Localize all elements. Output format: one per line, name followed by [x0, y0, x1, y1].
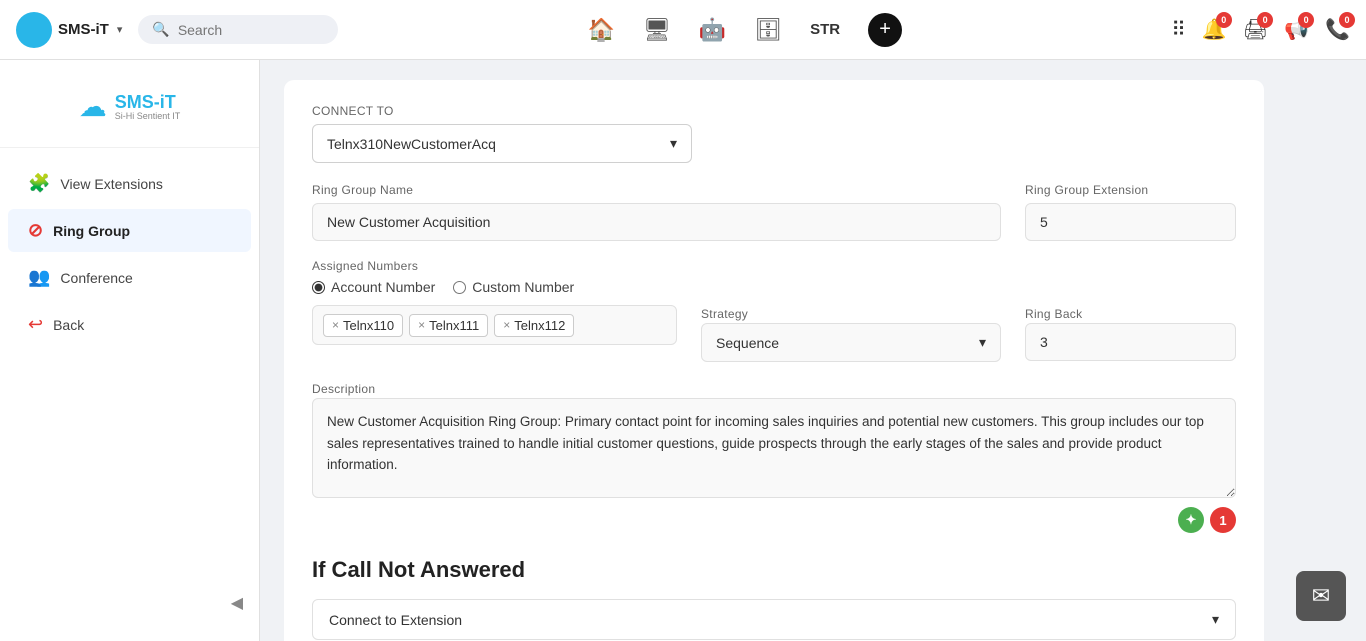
- description-label: Description: [312, 382, 375, 396]
- ring-group-name-group: Ring Group Name: [312, 183, 1001, 241]
- nav-right-icons: ⠿ 🔔0 🖨0 📢0 📞0: [1171, 17, 1350, 42]
- radio-custom-input[interactable]: [453, 281, 466, 294]
- ring-back-label: Ring Back: [1025, 307, 1082, 321]
- assigned-numbers-label: Assigned Numbers: [312, 259, 1236, 273]
- sidebar-collapse-button[interactable]: ◀: [0, 585, 259, 621]
- chevron-down-icon: ▾: [670, 135, 677, 152]
- brand-logo[interactable]: SMS-iT ▾: [16, 12, 122, 48]
- sidebar-item-label: View Extensions: [60, 176, 162, 192]
- ring-group-ext-group: Ring Group Extension: [1025, 183, 1236, 241]
- brand-circle: [16, 12, 52, 48]
- tag-label: Telnx112: [514, 318, 565, 333]
- textarea-footer: ✦ 1: [312, 507, 1236, 533]
- strategy-value: Sequence: [716, 335, 779, 351]
- print-icon-button[interactable]: 🖨0: [1243, 17, 1268, 42]
- print-badge: 0: [1257, 12, 1273, 28]
- brand-name: SMS-iT: [58, 21, 109, 38]
- ai-suggest-icon[interactable]: ✦: [1178, 507, 1204, 533]
- sidebar-item-back[interactable]: ↩ Back: [8, 303, 251, 346]
- sidebar-item-label: Conference: [60, 270, 132, 286]
- search-input[interactable]: [178, 22, 318, 38]
- cloud-icon: ☁: [79, 90, 107, 123]
- connect-to-label: CONNECT TO: [312, 104, 1236, 118]
- sidebar: ☁ SMS-iT Si-Hi Sentient IT 🧩 View Extens…: [0, 60, 260, 641]
- chevron-down-icon: ▾: [1212, 611, 1219, 628]
- brand-dropdown-arrow: ▾: [117, 23, 123, 36]
- sidebar-logo-sub: Si-Hi Sentient IT: [115, 111, 181, 121]
- bell-badge: 0: [1216, 12, 1232, 28]
- ring-group-ext-input[interactable]: [1025, 203, 1236, 241]
- sidebar-logo-text: SMS-iT: [115, 92, 181, 113]
- sidebar-item-label: Back: [53, 317, 84, 333]
- radio-account-label[interactable]: Account Number: [312, 279, 435, 295]
- tag-remove-icon[interactable]: ×: [332, 318, 339, 332]
- strategy-dropdown[interactable]: Sequence ▾: [701, 323, 1001, 362]
- nav-center: 🏠 🖥 🤖 🗄 STR +: [587, 13, 902, 47]
- home-icon[interactable]: 🏠: [587, 17, 614, 43]
- mail-icon: ✉: [1312, 583, 1330, 609]
- name-ext-row: Ring Group Name Ring Group Extension: [312, 183, 1236, 241]
- if-call-not-answered-title: If Call Not Answered: [312, 557, 1236, 583]
- strategy-label: Strategy: [701, 307, 748, 321]
- tag-label: Telnx110: [343, 318, 394, 333]
- main-content: CONNECT TO Telnx310NewCustomerAcq ▾ Ring…: [260, 60, 1366, 641]
- radio-custom-text: Custom Number: [472, 279, 574, 295]
- radio-group: Account Number Custom Number: [312, 279, 1236, 295]
- mail-fab-button[interactable]: ✉: [1296, 571, 1346, 621]
- sidebar-item-label: Ring Group: [53, 223, 130, 239]
- counter-icon: 1: [1210, 507, 1236, 533]
- tag-label: Telnx111: [429, 318, 479, 333]
- server-icon[interactable]: 🗄: [754, 17, 782, 43]
- tags-group: × Telnx110 × Telnx111 × Telnx112: [312, 305, 677, 362]
- sidebar-item-ring-group[interactable]: ⊘ Ring Group: [8, 209, 251, 252]
- megaphone-badge: 0: [1298, 12, 1314, 28]
- tag-telnx111: × Telnx111: [409, 314, 488, 337]
- ring-group-name-label: Ring Group Name: [312, 183, 1001, 197]
- radio-account-input[interactable]: [312, 281, 325, 294]
- top-navigation: SMS-iT ▾ 🔍 🏠 🖥 🤖 🗄 STR + ⠿ 🔔0 🖨0 📢0 📞0: [0, 0, 1366, 60]
- ring-group-name-input[interactable]: [312, 203, 1001, 241]
- puzzle-icon: 🧩: [28, 173, 50, 194]
- sidebar-item-conference[interactable]: 👥 Conference: [8, 256, 251, 299]
- grid-icon-button[interactable]: ⠿: [1171, 17, 1186, 42]
- chevron-down-icon: ▾: [979, 334, 986, 351]
- connect-to-dropdown[interactable]: Telnx310NewCustomerAcq ▾: [312, 124, 692, 163]
- connect-ext-dropdown[interactable]: Connect to Extension ▾: [312, 599, 1236, 640]
- radio-account-text: Account Number: [331, 279, 435, 295]
- collapse-icon: ◀: [231, 593, 243, 613]
- ring-group-ext-label: Ring Group Extension: [1025, 183, 1236, 197]
- form-card: CONNECT TO Telnx310NewCustomerAcq ▾ Ring…: [284, 80, 1264, 641]
- search-bar[interactable]: 🔍: [138, 15, 338, 44]
- strategy-group: Strategy Sequence ▾: [701, 305, 1001, 362]
- monitor-icon[interactable]: 🖥: [643, 17, 671, 43]
- phone-badge: 0: [1339, 12, 1355, 28]
- description-textarea[interactable]: New Customer Acquisition Ring Group: Pri…: [312, 398, 1236, 498]
- sidebar-logo-img: ☁ SMS-iT Si-Hi Sentient IT: [79, 90, 181, 123]
- connect-ext-value: Connect to Extension: [329, 612, 462, 628]
- description-group: Description New Customer Acquisition Rin…: [312, 380, 1236, 533]
- tag-remove-icon[interactable]: ×: [418, 318, 425, 332]
- connect-to-value: Telnx310NewCustomerAcq: [327, 136, 496, 152]
- robot-icon[interactable]: 🤖: [699, 17, 726, 43]
- tag-telnx112: × Telnx112: [494, 314, 574, 337]
- radio-custom-label[interactable]: Custom Number: [453, 279, 574, 295]
- people-icon: 👥: [28, 267, 50, 288]
- tags-strategy-row: × Telnx110 × Telnx111 × Telnx112: [312, 305, 1236, 362]
- ring-back-input[interactable]: [1025, 323, 1236, 361]
- tag-remove-icon[interactable]: ×: [503, 318, 510, 332]
- layout: ☁ SMS-iT Si-Hi Sentient IT 🧩 View Extens…: [0, 0, 1366, 641]
- tags-input[interactable]: × Telnx110 × Telnx111 × Telnx112: [312, 305, 677, 345]
- ring-back-group: Ring Back: [1025, 305, 1236, 362]
- add-button[interactable]: +: [868, 13, 902, 47]
- tag-telnx110: × Telnx110: [323, 314, 403, 337]
- bell-icon-button[interactable]: 🔔0: [1202, 17, 1227, 42]
- str-label[interactable]: STR: [810, 21, 840, 38]
- megaphone-icon-button[interactable]: 📢0: [1284, 17, 1309, 42]
- sidebar-logo: ☁ SMS-iT Si-Hi Sentient IT: [0, 80, 259, 148]
- back-icon: ↩: [28, 314, 43, 335]
- phone-icon-button[interactable]: 📞0: [1325, 17, 1350, 42]
- ring-icon: ⊘: [28, 220, 43, 241]
- sidebar-item-view-extensions[interactable]: 🧩 View Extensions: [8, 162, 251, 205]
- search-icon: 🔍: [152, 21, 169, 38]
